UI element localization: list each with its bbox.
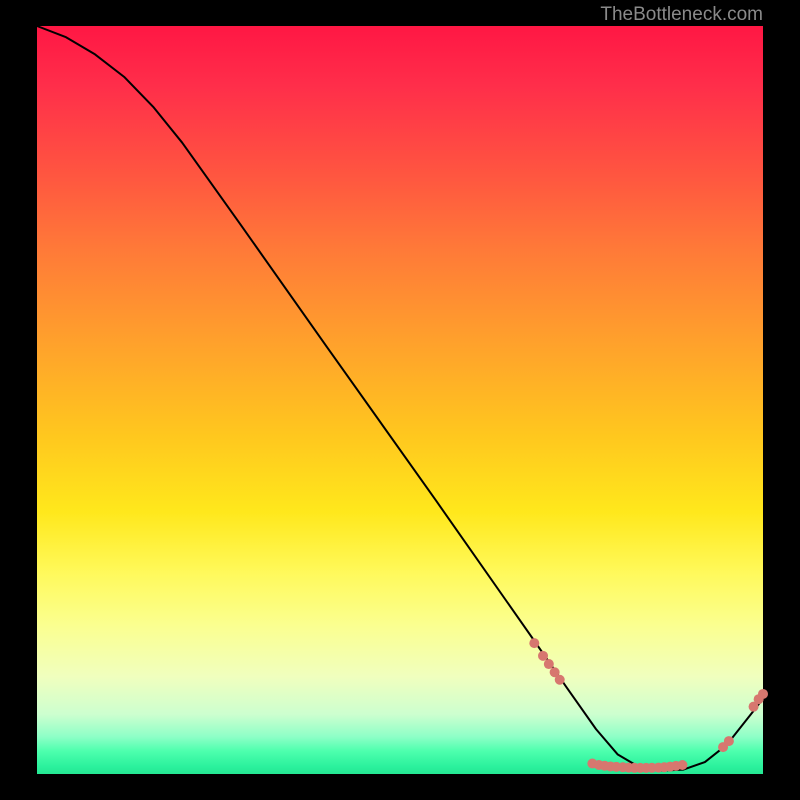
- data-marker: [544, 659, 554, 669]
- chart-overlay: [0, 0, 800, 800]
- data-marker: [538, 651, 548, 661]
- data-marker: [555, 675, 565, 685]
- data-marker: [677, 760, 687, 770]
- data-marker: [529, 638, 539, 648]
- curve-line: [37, 26, 763, 771]
- data-marker: [758, 689, 768, 699]
- data-marker: [724, 736, 734, 746]
